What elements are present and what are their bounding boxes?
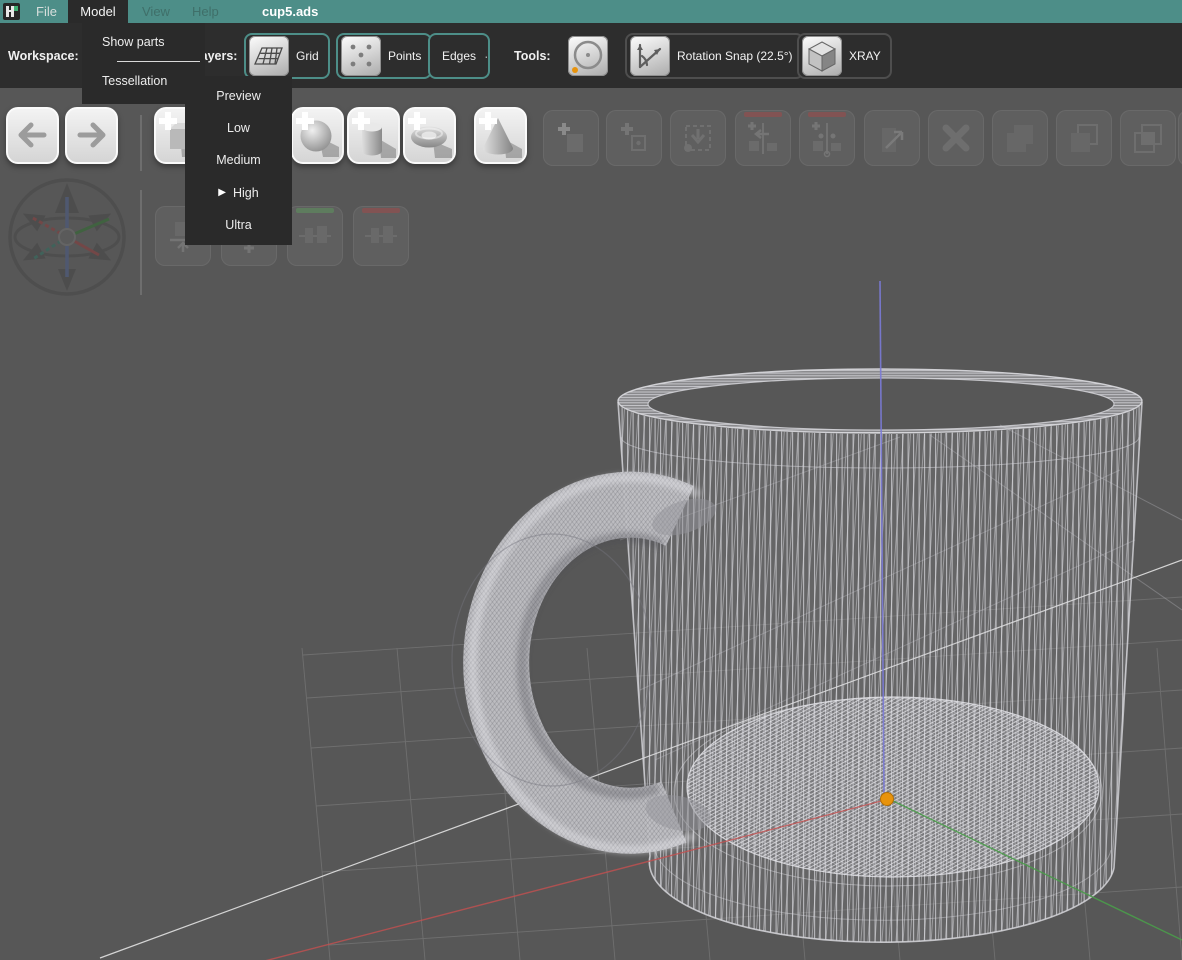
add-torus-button[interactable] <box>403 107 456 164</box>
layer-edges-button[interactable]: Edges <box>428 33 490 79</box>
red-accent-bar <box>362 208 400 213</box>
red-accent-bar <box>808 112 846 117</box>
circle-tool-button[interactable] <box>568 36 608 76</box>
split-center-icon <box>807 118 847 158</box>
rotation-snap-label: Rotation Snap (22.5°) <box>677 49 793 63</box>
layout-green-button-disabled <box>287 206 343 266</box>
submenu-item-high-label: High <box>233 186 259 200</box>
red-accent-bar <box>744 112 782 117</box>
submenu-item-low[interactable]: Low <box>185 113 292 143</box>
xray-cube-icon <box>802 36 842 76</box>
grid-plane-icon <box>249 36 289 76</box>
move-out-button-disabled <box>864 110 920 166</box>
arrow-right-icon <box>67 109 116 162</box>
partial-button-disabled <box>1178 110 1182 166</box>
layer-grid-label: Grid <box>296 49 319 63</box>
green-accent-bar <box>296 208 334 213</box>
bool-intersect-icon <box>1128 118 1168 158</box>
rotation-snap-icon <box>630 36 670 76</box>
add-sphere-button[interactable] <box>291 107 344 164</box>
submenu-item-preview[interactable]: Preview <box>185 81 292 111</box>
duplicate-button-disabled <box>543 110 599 166</box>
menu-help[interactable]: Help <box>182 0 229 23</box>
bool-union-icon <box>1000 118 1040 158</box>
layout-red-icon <box>361 216 401 256</box>
submenu-item-ultra[interactable]: Ultra <box>185 210 292 240</box>
plus-icon <box>349 109 373 133</box>
document-title: cup5.ads <box>262 0 318 23</box>
layer-edges-label: Edges <box>442 49 476 63</box>
duplicate-icon <box>551 118 591 158</box>
redo-button[interactable] <box>65 107 118 164</box>
xray-button[interactable]: XRAY <box>797 33 892 79</box>
menu-file[interactable]: File <box>26 0 67 23</box>
split-left-icon <box>743 118 783 158</box>
menu-model[interactable]: Model <box>68 0 128 23</box>
boolean-intersect-button-disabled <box>1120 110 1176 166</box>
layer-points-button[interactable]: Points <box>336 33 432 79</box>
undo-button[interactable] <box>6 107 59 164</box>
move-out-icon <box>872 118 912 158</box>
tessellation-submenu: Preview Low Medium ▶ High Ultra <box>185 76 292 245</box>
boolean-subtract-button-disabled <box>1056 110 1112 166</box>
orb-separator <box>140 190 142 295</box>
origin-marker <box>881 793 894 806</box>
app-logo-icon <box>3 3 20 20</box>
submenu-item-high[interactable]: ▶ High <box>185 178 292 208</box>
menu-view[interactable]: View <box>132 0 180 23</box>
toolbar-separator <box>140 115 142 171</box>
rotation-snap-button[interactable]: Rotation Snap (22.5°) <box>625 33 804 79</box>
delete-x-icon <box>936 118 976 158</box>
layer-grid-button[interactable]: Grid <box>244 33 330 79</box>
mug-cylinder-wireframe <box>618 369 1182 942</box>
app-window: { "colors": { "accent_teal": "#4d8e88", … <box>0 0 1182 960</box>
layer-points-label: Points <box>388 49 421 63</box>
view-orb[interactable] <box>5 175 131 301</box>
boolean-union-button-disabled <box>992 110 1048 166</box>
split-center-button-disabled <box>799 110 855 166</box>
import-drop-icon <box>678 118 718 158</box>
import-drop-button-disabled <box>670 110 726 166</box>
duplicate-small-button-disabled <box>606 110 662 166</box>
menu-item-show-parts[interactable]: Show parts <box>82 23 205 61</box>
submenu-item-medium[interactable]: Medium <box>185 145 292 175</box>
tessellation-label: Tessellation <box>102 74 167 88</box>
add-cylinder-button[interactable] <box>347 107 400 164</box>
selected-marker-icon: ▶ <box>218 187 226 198</box>
layout-green-icon <box>295 216 335 256</box>
points-icon <box>341 36 381 76</box>
delete-button-disabled <box>928 110 984 166</box>
bool-subtract-icon <box>1064 118 1104 158</box>
menubar: File Model View Help cup5.ads <box>0 0 1182 23</box>
tools-label: Tools: <box>514 23 551 88</box>
arrow-left-icon <box>8 109 57 162</box>
plus-icon <box>156 109 180 133</box>
plus-icon <box>293 109 317 133</box>
circle-tool-icon <box>568 36 608 76</box>
layout-red-button-disabled <box>353 206 409 266</box>
split-left-button-disabled <box>735 110 791 166</box>
duplicate-small-icon <box>614 118 654 158</box>
add-cone-button[interactable] <box>474 107 527 164</box>
xray-label: XRAY <box>849 49 881 63</box>
plus-icon <box>405 109 429 133</box>
toolbar-dot-separator: · <box>484 23 489 88</box>
workspace-label: Workspace: <box>8 23 79 88</box>
plus-icon <box>476 109 500 133</box>
